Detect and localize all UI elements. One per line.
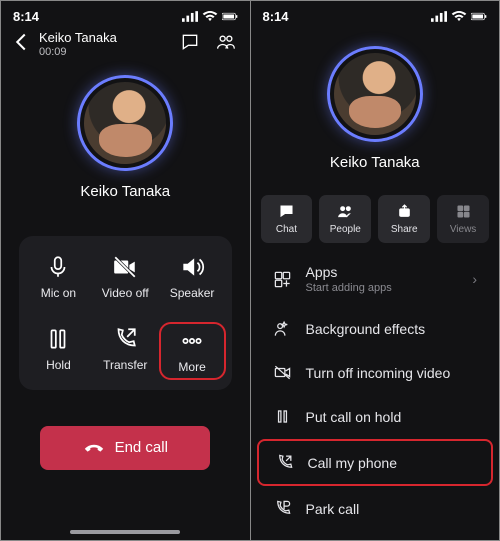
home-indicator[interactable] (70, 530, 180, 534)
caller-avatar-block: Keiko Tanaka (251, 46, 500, 171)
chat-button[interactable] (176, 32, 204, 57)
tile-people[interactable]: People (319, 195, 371, 243)
hold-icon (45, 326, 71, 352)
tile-share-label: Share (391, 224, 418, 235)
menu-park-label: Park call (306, 501, 360, 517)
menu-background-effects[interactable]: Background effects (257, 307, 494, 350)
caller-display-name: Keiko Tanaka (80, 183, 170, 200)
signal-icon (182, 11, 198, 22)
avatar-image (334, 53, 416, 135)
hold-button[interactable]: Hold (25, 322, 92, 380)
menu-apps-label: Apps (306, 264, 338, 280)
background-effects-icon (273, 319, 292, 338)
wifi-icon (451, 11, 467, 22)
video-off-icon (112, 254, 138, 280)
wifi-icon (202, 11, 218, 22)
menu-apps[interactable]: Apps Start adding apps › (257, 252, 494, 306)
status-indicators (431, 11, 487, 22)
park-call-icon (273, 499, 292, 518)
transfer-icon (112, 326, 138, 352)
menu-apps-text: Apps Start adding apps (306, 264, 392, 294)
hold-label: Hold (46, 358, 71, 372)
call-screen-controls: 8:14 Keiko Tanaka 00:09 Keiko Tanaka (1, 1, 250, 540)
transfer-label: Transfer (103, 358, 147, 372)
menu-turn-off-incoming-video[interactable]: Turn off incoming video (257, 351, 494, 394)
tile-chat-label: Chat (276, 224, 297, 235)
tile-chat[interactable]: Chat (261, 195, 313, 243)
more-button[interactable]: More (159, 322, 226, 380)
back-button[interactable] (11, 32, 31, 57)
views-icon (455, 203, 472, 220)
call-duration: 00:09 (39, 46, 168, 59)
menu-apps-sub: Start adding apps (306, 282, 392, 294)
mic-icon (45, 254, 71, 280)
tile-people-label: People (330, 224, 361, 235)
chevron-right-icon: › (472, 271, 477, 287)
call-controls-panel: Mic on Video off Speaker Hold Transfer (19, 236, 232, 390)
status-time: 8:14 (263, 9, 289, 24)
video-label: Video off (102, 286, 149, 300)
caller-avatar-block: Keiko Tanaka (1, 75, 250, 200)
end-call-button[interactable]: End call (40, 426, 210, 470)
call-title: Keiko Tanaka 00:09 (39, 30, 168, 59)
video-button[interactable]: Video off (92, 250, 159, 304)
status-bar: 8:14 (1, 1, 250, 26)
hangup-icon (83, 437, 105, 459)
action-tile-row: Chat People Share Views (251, 195, 500, 243)
avatar-ring (77, 75, 173, 171)
tile-share[interactable]: Share (378, 195, 430, 243)
menu-callmyphone-label: Call my phone (308, 455, 398, 471)
tile-views[interactable]: Views (437, 195, 489, 243)
people-button[interactable] (212, 32, 240, 57)
people-icon (337, 203, 354, 220)
caller-name: Keiko Tanaka (39, 30, 168, 46)
more-icon (179, 328, 205, 354)
apps-icon (273, 270, 292, 289)
speaker-icon (179, 254, 205, 280)
status-indicators (182, 11, 238, 22)
hold-icon (273, 407, 292, 426)
menu-hold-label: Put call on hold (306, 409, 402, 425)
battery-icon (222, 11, 238, 22)
avatar-ring (327, 46, 423, 142)
chat-icon (278, 203, 295, 220)
speaker-button[interactable]: Speaker (159, 250, 226, 304)
video-off-icon (273, 363, 292, 382)
caller-display-name: Keiko Tanaka (330, 154, 420, 171)
share-icon (396, 203, 413, 220)
avatar-image (84, 82, 166, 164)
menu-transfer[interactable]: Transfer (257, 531, 494, 540)
speaker-label: Speaker (170, 286, 215, 300)
tile-views-label: Views (450, 224, 477, 235)
call-my-phone-icon (275, 453, 294, 472)
call-screen-more-menu: 8:14 Keiko Tanaka Chat People Share (250, 1, 500, 540)
more-label: More (178, 360, 205, 374)
mic-label: Mic on (41, 286, 76, 300)
more-menu-list: Apps Start adding apps › Background effe… (251, 251, 500, 540)
status-bar: 8:14 (251, 1, 500, 26)
menu-call-my-phone[interactable]: Call my phone (257, 439, 494, 486)
menu-bg-label: Background effects (306, 321, 426, 337)
status-time: 8:14 (13, 9, 39, 24)
mic-button[interactable]: Mic on (25, 250, 92, 304)
menu-park-call[interactable]: Park call (257, 487, 494, 530)
transfer-button[interactable]: Transfer (92, 322, 159, 380)
call-header: Keiko Tanaka 00:09 (1, 26, 250, 69)
menu-turnoff-label: Turn off incoming video (306, 365, 451, 381)
end-call-label: End call (115, 439, 168, 456)
signal-icon (431, 11, 447, 22)
battery-icon (471, 11, 487, 22)
menu-put-on-hold[interactable]: Put call on hold (257, 395, 494, 438)
